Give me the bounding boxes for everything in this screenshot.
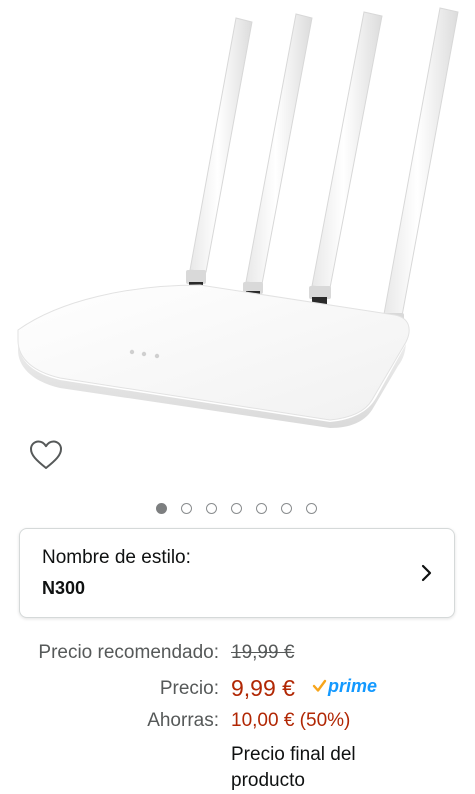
router-body [17, 284, 410, 428]
price-label: Precio: [159, 678, 219, 699]
prime-label: prime [328, 675, 378, 696]
style-value: N300 [42, 578, 86, 598]
router-antennas [186, 7, 459, 329]
prime-check-icon [312, 679, 327, 692]
list-price: 19,99 € [231, 642, 295, 663]
heart-icon[interactable] [28, 438, 64, 472]
carousel-dot[interactable] [181, 503, 192, 514]
image-carousel-indicator [0, 503, 475, 517]
carousel-dot[interactable] [156, 503, 167, 514]
style-label: Nombre de estilo: [42, 547, 191, 568]
final-price-note: Precio final del producto [231, 744, 356, 791]
style-selector[interactable]: Nombre de estilo: N300 [19, 528, 455, 618]
savings-amount: 10,00 € (50%) [231, 710, 351, 731]
chevron-right-icon [421, 564, 432, 582]
product-image[interactable] [0, 0, 475, 430]
carousel-dot[interactable] [206, 503, 217, 514]
carousel-dot[interactable] [256, 503, 267, 514]
carousel-dot[interactable] [281, 503, 292, 514]
list-price-label: Precio recomendado: [38, 642, 219, 663]
carousel-dot[interactable] [306, 503, 317, 514]
savings-label: Ahorras: [147, 710, 219, 731]
prime-badge: prime [312, 675, 377, 697]
current-price: 9,99 € [231, 675, 295, 701]
carousel-dot[interactable] [231, 503, 242, 514]
